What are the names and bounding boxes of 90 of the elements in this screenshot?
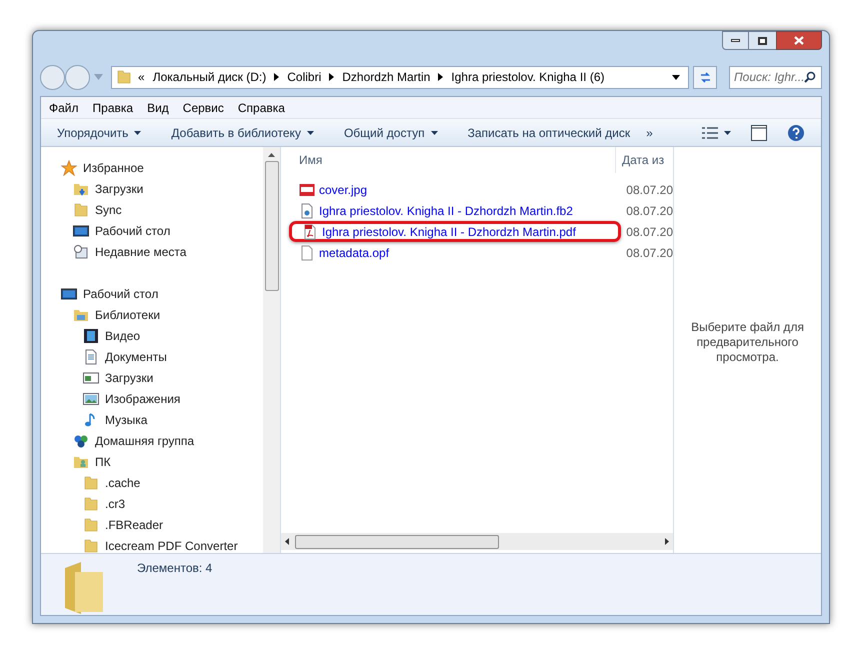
menu-item[interactable]: Файл [49,98,79,116]
preview-message: Выберите файл для предварительного просмотра. [690,320,805,364]
document-icon [299,202,315,218]
navigation-item[interactable]: Документы [105,348,167,366]
navigation-item[interactable]: Видео [105,326,140,344]
horizontal-scrollbar[interactable] [281,533,673,550]
more-commands-button[interactable]: » [646,124,653,142]
close-button[interactable] [776,31,822,50]
search-icon [804,71,816,83]
monitor-icon [73,222,89,238]
navigation-item[interactable]: Загрузки [105,368,154,386]
navigation-item[interactable]: Icecream PDF Converter [105,536,238,553]
chevron-icon [274,73,280,81]
monitor-icon [61,286,77,302]
date-cell-text: 08.07.20 [626,244,673,262]
refresh-button[interactable] [693,66,717,88]
navigation-item[interactable]: Рабочий стол [95,222,170,240]
scroll-right-arrow-icon[interactable] [665,538,669,545]
navigation-item[interactable]: Домашняя группа [95,432,194,450]
help-icon[interactable] [787,124,805,142]
dropdown-arrow-icon[interactable] [672,74,680,80]
chevron-icon [329,73,334,81]
breadcrumb-item[interactable]: Dzhordzh Martin [342,68,430,86]
date-cell-text: 08.07.20 [626,224,673,240]
scrollbar-thumb[interactable] [295,534,499,548]
column-header[interactable]: Имя [281,147,616,173]
document-icon [83,348,99,364]
navigation-item[interactable]: ПК [95,452,111,470]
window-icon [83,370,99,386]
menu-item[interactable]: Сервис [182,98,224,116]
menu-item[interactable]: Справка [238,98,285,116]
file-name[interactable]: metadata.opf [319,244,390,262]
date-cell-text: 08.07.20 [626,182,673,198]
preview-pane-icon[interactable] [751,124,767,140]
file-name[interactable]: Ighra priestolov. Knigha II - Dzhordzh Martin.fb2 [319,202,573,220]
navigation-item[interactable]: Изображения [105,390,180,408]
navigation-item[interactable]: Рабочий стол [83,284,158,302]
address-bar[interactable]: « Локальный диск (D:) Colibri Dzhordzh Martin Ighra priestolov. Knigha II (6) [111,66,690,88]
film-icon [83,328,99,344]
vertical-scrollbar[interactable] [263,147,280,553]
refresh-icon [698,70,712,84]
file-name[interactable]: Ighra priestolov. Knigha II - Dzhordzh Martin.pdf [322,222,576,240]
toolbar-button[interactable]: Добавить в библиотеку [171,124,314,142]
navigation-item[interactable]: Музыка [105,410,148,428]
breadcrumb-item[interactable]: Локальный диск (D:) [152,68,266,86]
pdf-file-icon [302,224,318,240]
column-header[interactable]: Дата из [616,151,664,169]
dropdown-arrow-icon [430,130,438,134]
toolbar-button[interactable]: Общий доступ [344,124,438,142]
folder-icon [83,516,99,532]
homegroup-icon [73,432,89,448]
item-count: Элементов: 4 [137,560,212,577]
jpg-file-icon [299,182,315,198]
folder-icon [83,496,99,512]
folder-icon [73,202,89,218]
navigation-item[interactable]: Недавние места [95,242,186,260]
blank-file-icon [299,244,315,260]
toolbar-button[interactable]: Записать на оптический диск [468,124,630,142]
search-field[interactable]: Поиск: Ighr... [728,66,822,88]
recent-places-icon [73,244,89,260]
navigation-item[interactable]: .cr3 [105,494,126,512]
toolbar-button[interactable]: Упорядочить [57,124,142,142]
dropdown-arrow-icon [306,130,314,134]
navigation-item[interactable]: Sync [95,200,122,218]
scroll-left-arrow-icon[interactable] [285,538,289,545]
folder-icon [116,69,132,85]
chevron-icon [438,73,444,81]
dropdown-arrow-icon [134,130,142,134]
minimize-button[interactable] [722,31,749,50]
close-icon [794,36,804,45]
maximize-button[interactable] [749,31,776,50]
navigation-item[interactable]: .FBReader [105,516,164,534]
dropdown-arrow-icon [724,130,731,134]
folder-icon [83,474,99,490]
date-cell-text: 08.07.20 [626,202,673,220]
scroll-up-arrow-icon[interactable] [268,153,275,157]
overflow-chevron[interactable]: « [138,68,145,86]
picture-icon [83,390,99,406]
star-icon [61,160,77,176]
navigation-item[interactable]: Избранное [83,158,144,176]
menu-item[interactable]: Правка [92,98,134,116]
navigation-item[interactable]: Библиотеки [95,306,160,324]
breadcrumb-item[interactable]: Colibri [287,68,322,86]
scrollbar-thumb[interactable] [264,161,278,291]
navigation-item[interactable]: .cache [105,474,140,492]
view-list-icon[interactable] [702,126,718,138]
menu-item[interactable]: Вид [147,98,169,116]
navigation-item[interactable]: Загрузки [95,180,144,198]
file-name[interactable]: cover.jpg [319,180,368,198]
breadcrumb-item[interactable]: Ighra priestolov. Knigha II (6) [451,68,604,86]
